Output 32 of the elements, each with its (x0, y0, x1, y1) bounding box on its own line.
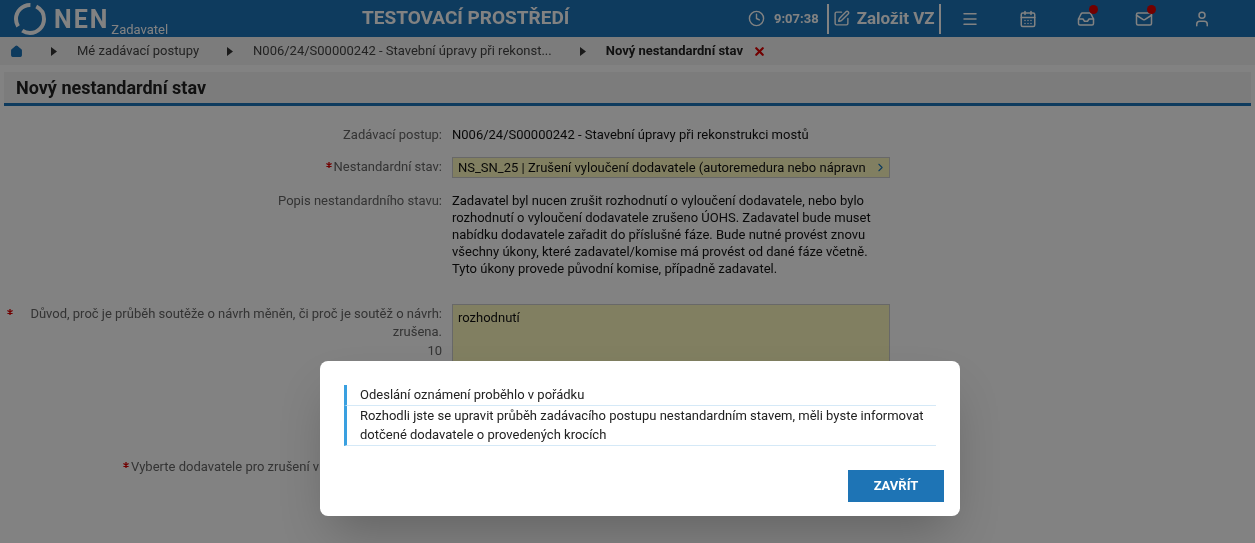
breadcrumb-link[interactable]: N006/24/S00000242 - Stavební úpravy při rekonst... (253, 41, 552, 61)
home-icon[interactable] (10, 44, 23, 58)
create-button[interactable]: Založit VZ (828, 5, 939, 32)
character-count: 10 (427, 342, 442, 360)
caret-icon (579, 46, 586, 56)
edit-icon (832, 10, 850, 27)
logo-text: NEN (54, 4, 110, 35)
field-label: Vyberte dodavatele pro zrušení v (131, 458, 320, 476)
caret-icon (227, 46, 234, 56)
inbox-icon (1076, 9, 1095, 28)
select-field[interactable]: NS_SN_25 | Zrušení vyloučení dodavatele (autoremedura nebo nápravn (452, 157, 890, 178)
logo-subtitle: Zadavatel (111, 22, 169, 37)
field-label: Nestandardní stav: (333, 158, 442, 176)
logo-icon (14, 2, 46, 35)
clock-icon (748, 10, 765, 27)
mail-icon (1134, 9, 1153, 28)
field-label: Zadávací postup: (343, 126, 442, 144)
environment-title: TESTOVACÍ PROSTŘEDÍ (362, 5, 571, 32)
calendar-icon (1018, 9, 1037, 28)
close-button[interactable]: ZAVŘÍT (848, 470, 944, 502)
breadcrumb-link[interactable]: Mé zadávací postupy (77, 41, 200, 61)
close-icon[interactable] (752, 44, 766, 58)
field-label: Důvod, proč je průběh soutěže o návrh měněn, či proč je soutěž o návrh: zrušena. (29, 305, 442, 341)
page-title: Nový nestandardní stav (4, 72, 1251, 106)
field-label: Popis nestandardního stavu: (278, 192, 442, 210)
field-value: Zadavatel byl nucen zrušit rozhodnutí o vyloučení dodavatele, nebo bylo rozhodnutí o vyloučení dodavatele zrušeno ÚOHS. Zadavatel bude muset nabídku dodavatele zařadit do příslušné fáze. Bude nutné provést znovu všechny úkony, které zadavatel/komise má provést od dané fáze včetně. Tyto úkony provede původní komise, případně zadavatel. (452, 192, 872, 277)
clock-time: 9:07:38 (774, 9, 819, 28)
field-value: N006/24/S00000242 - Stavební úpravy při rekonstrukci mostů (452, 126, 810, 143)
dialog-message: Odeslání oznámení proběhlo v pořádku (344, 385, 936, 406)
caret-icon (51, 46, 57, 56)
dialog-message: Rozhodli jste se upravit průběh zadávacího postupu nestandardním stavem, měli byste informovat dotčené dodavatele o provedených krocích (344, 406, 936, 446)
breadcrumb-link[interactable]: Nový nestandardní stav (605, 41, 743, 61)
